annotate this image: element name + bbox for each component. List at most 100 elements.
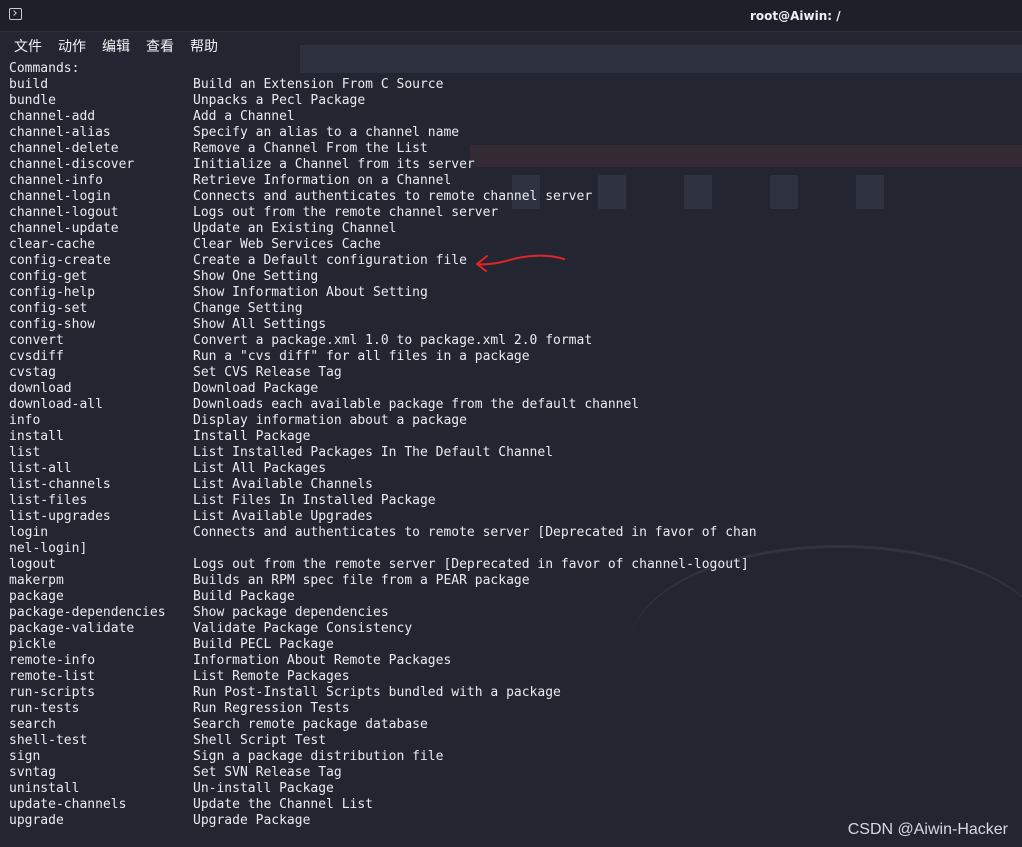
command-row: cvsdiff Run a "cvs diff" for all files in… (9, 349, 757, 365)
commands-header: Commands: (9, 61, 80, 76)
command-description: Show Information About Setting (193, 285, 428, 300)
command-description: Run a "cvs diff" for all files in a pack… (193, 349, 530, 364)
command-row: channel-logout Logs out from the remote c… (9, 205, 757, 221)
command-name: config-show (9, 317, 96, 332)
command-row: login Connects and authenticates to remot… (9, 525, 757, 541)
command-name: config-get (9, 269, 88, 284)
command-name: package-validate (9, 621, 135, 636)
menu-view[interactable]: 查看 (146, 36, 174, 56)
command-list: build Build an Extension From C Source bun… (9, 77, 757, 829)
command-description: List Available Upgrades (193, 509, 374, 524)
command-name: package-dependencies (9, 605, 166, 620)
command-row: list-channels List Available Channels (9, 477, 757, 493)
command-name: sign (9, 749, 41, 764)
command-row: config-set Change Setting (9, 301, 757, 317)
command-row: nel-login] (9, 541, 757, 557)
red-arrow-icon (476, 254, 565, 272)
command-name: run-tests (9, 701, 80, 716)
command-description: Sign a package distribution file (193, 749, 444, 764)
command-description: Set SVN Release Tag (193, 765, 342, 780)
command-description: Upgrade Package (193, 813, 311, 828)
command-description: Build an Extension From C Source (193, 77, 444, 92)
command-row: channel-delete Remove a Channel From the … (9, 141, 757, 157)
command-description: List Available Channels (193, 477, 374, 492)
command-name: download-all (9, 397, 103, 412)
command-name: list-upgrades (9, 509, 111, 524)
menu-file[interactable]: 文件 (14, 36, 42, 56)
command-name: channel-add (9, 109, 96, 124)
command-description: List Files In Installed Package (193, 493, 436, 508)
menu-action[interactable]: 动作 (58, 36, 86, 56)
command-description: Show One Setting (193, 269, 319, 284)
command-row: list-all List All Packages (9, 461, 757, 477)
command-name: info (9, 413, 41, 428)
command-row: pickle Build PECL Package (9, 637, 757, 653)
menu-bar: 文件 动作 编辑 查看 帮助 (0, 32, 1022, 58)
command-row: list-upgrades List Available Upgrades (9, 509, 757, 525)
command-description: Specify an alias to a channel name (193, 125, 460, 140)
command-row: channel-update Update an Existing Channel (9, 221, 757, 237)
command-row: cvstag Set CVS Release Tag (9, 365, 757, 381)
command-description: Search remote package database (193, 717, 428, 732)
command-row: list-files List Files In Installed Packag… (9, 493, 757, 509)
command-description: Show All Settings (193, 317, 327, 332)
menu-edit[interactable]: 编辑 (102, 36, 130, 56)
command-name: channel-update (9, 221, 119, 236)
command-name: cvstag (9, 365, 56, 380)
command-description: Add a Channel (193, 109, 295, 124)
command-name: list-all (9, 461, 72, 476)
command-row: package-dependencies Show package depende… (9, 605, 757, 621)
command-row: list List Installed Packages In The Defau… (9, 445, 757, 461)
command-name: svntag (9, 765, 56, 780)
command-name: channel-login (9, 189, 111, 204)
command-name: download (9, 381, 72, 396)
command-description: Logs out from the remote server [Depreca… (193, 557, 749, 572)
terminal-window: root@Aiwin: / 文件 动作 编辑 查看 帮助 Commands: b… (0, 0, 1022, 847)
command-name: config-create (9, 253, 111, 268)
title-bar[interactable]: root@Aiwin: / (0, 0, 1022, 32)
command-row: download-all Downloads each available pac… (9, 397, 757, 413)
command-description: Downloads each available package from th… (193, 397, 640, 412)
command-name: list-files (9, 493, 88, 508)
command-row: channel-alias Specify an alias to a chann… (9, 125, 757, 141)
command-row: config-show Show All Settings (9, 317, 757, 333)
command-row: shell-test Shell Script Test (9, 733, 757, 749)
window-title: root@Aiwin: / (750, 9, 841, 23)
command-name: package (9, 589, 64, 604)
command-name: remote-list (9, 669, 96, 684)
command-row: remote-info Information About Remote Pack… (9, 653, 757, 669)
command-name: shell-test (9, 733, 88, 748)
command-row: config-help Show Information About Settin… (9, 285, 757, 301)
command-row: bundle Unpacks a Pecl Package (9, 93, 757, 109)
command-description: Initialize a Channel from its server (193, 157, 475, 172)
terminal-output[interactable]: Commands: build Build an Extension From C… (9, 61, 757, 829)
command-row: makerpm Builds an RPM spec file from a PE… (9, 573, 757, 589)
command-description: List Installed Packages In The Default C… (193, 445, 554, 460)
menu-help[interactable]: 帮助 (190, 36, 218, 56)
command-description: Builds an RPM spec file from a PEAR pack… (193, 573, 530, 588)
command-description: Connects and authenticates to remote ser… (193, 525, 757, 540)
command-row: channel-login Connects and authenticates … (9, 189, 757, 205)
command-name: config-help (9, 285, 96, 300)
command-name: config-set (9, 301, 88, 316)
command-row: download Download Package (9, 381, 757, 397)
command-row: update-channels Update the Channel List (9, 797, 757, 813)
terminal-icon (9, 8, 22, 20)
command-description: Create a Default configuration file (193, 253, 467, 268)
command-description: Download Package (193, 381, 319, 396)
command-row: config-get Show One Setting (9, 269, 757, 285)
command-name: run-scripts (9, 685, 96, 700)
command-description: Run Post-Install Scripts bundled with a … (193, 685, 561, 700)
command-name: makerpm (9, 573, 64, 588)
command-row: sign Sign a package distribution file (9, 749, 757, 765)
command-name: channel-alias (9, 125, 111, 140)
watermark: CSDN @Aiwin-Hacker (847, 821, 1008, 838)
command-description: Shell Script Test (193, 733, 327, 748)
command-row: uninstall Un-install Package (9, 781, 757, 797)
command-description: Clear Web Services Cache (193, 237, 381, 252)
command-description: Show package dependencies (193, 605, 389, 620)
command-row: channel-discover Initialize a Channel fro… (9, 157, 757, 173)
command-row: run-scripts Run Post-Install Scripts bund… (9, 685, 757, 701)
command-name: update-channels (9, 797, 127, 812)
command-row: search Search remote package database (9, 717, 757, 733)
